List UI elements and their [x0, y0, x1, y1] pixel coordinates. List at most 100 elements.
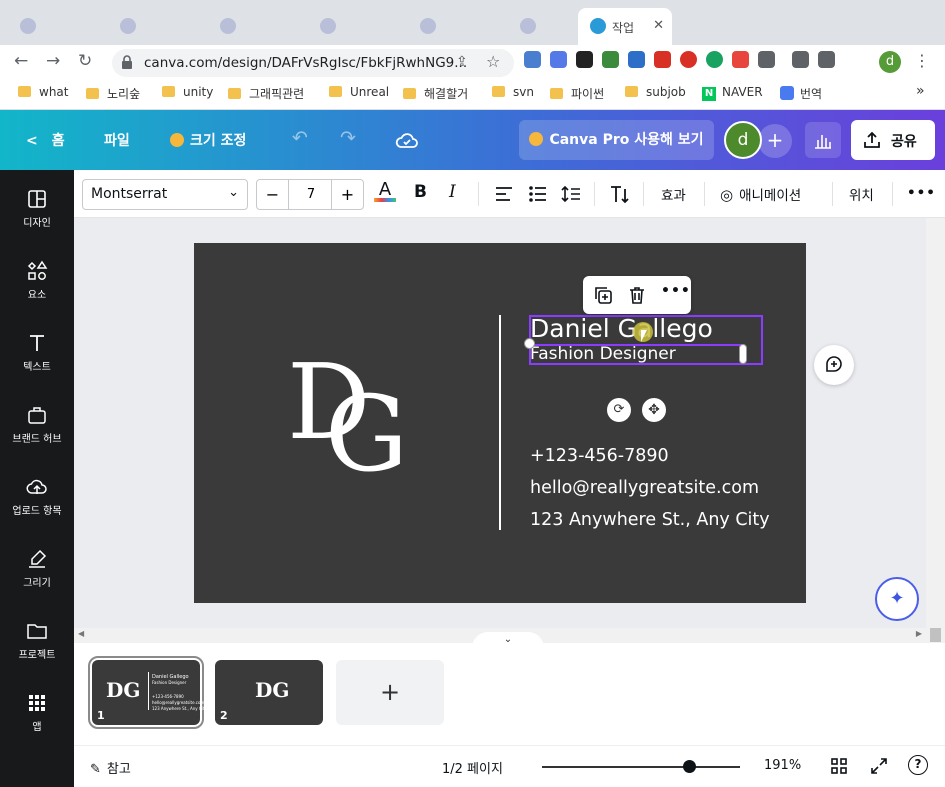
side-panel-icon[interactable] — [818, 51, 835, 68]
bookmark-item[interactable]: unity — [162, 85, 213, 99]
grid-view-icon[interactable] — [830, 757, 848, 775]
extension-icon[interactable] — [524, 51, 541, 68]
rotate-handle-icon[interactable]: ⟳ — [607, 398, 631, 422]
zoom-level[interactable]: 191% — [764, 758, 801, 773]
url-input[interactable]: canva.com/design/DAFrVsRgIsc/FbkFjRwhNG9… — [112, 49, 514, 77]
extension-icon[interactable] — [602, 51, 619, 68]
user-avatar[interactable]: d — [724, 121, 762, 159]
duplicate-icon[interactable] — [593, 285, 613, 305]
redo-icon[interactable]: ↷ — [340, 127, 356, 149]
line-spacing-icon[interactable] — [561, 184, 581, 204]
browser-tab-active[interactable]: 작업 ✕ — [578, 8, 672, 45]
bookmark-star-icon[interactable]: ☆ — [486, 52, 500, 71]
scroll-left-arrow-icon[interactable]: ◀ — [78, 629, 84, 638]
scrollbar-thumb[interactable] — [930, 628, 941, 642]
page-indicator[interactable]: 1/2 페이지 — [442, 758, 503, 777]
reload-icon[interactable]: ↻ — [78, 51, 92, 71]
bookmark-item[interactable]: Unreal — [329, 85, 389, 99]
file-menu-button[interactable]: 파일 — [104, 130, 130, 150]
resize-handle-left[interactable] — [524, 338, 535, 349]
zoom-slider[interactable] — [542, 766, 740, 768]
font-size-input[interactable]: 7 — [289, 180, 333, 209]
font-size-increase-button[interactable]: + — [331, 180, 363, 209]
bookmark-item[interactable]: what — [18, 85, 68, 99]
media-icon[interactable] — [792, 51, 809, 68]
browser-menu-icon[interactable]: ⋮ — [914, 51, 930, 70]
sidebar-item-elements[interactable]: 요소 — [0, 260, 74, 301]
bookmark-item[interactable]: 해결할거 — [403, 85, 468, 102]
browser-tab[interactable] — [208, 8, 308, 45]
font-family-select[interactable]: Montserrat ⌄ — [82, 179, 248, 210]
notes-button[interactable]: ✎ 참고 — [90, 758, 131, 777]
bookmarks-overflow[interactable]: » — [916, 83, 925, 99]
email-text[interactable]: hello@reallygreatsite.com — [530, 478, 759, 498]
share-page-icon[interactable]: ⇪ — [456, 54, 468, 70]
extension-icon[interactable] — [732, 51, 749, 68]
text-color-button[interactable]: A — [374, 179, 396, 202]
back-arrow-icon[interactable]: ← — [14, 51, 28, 71]
bookmark-item[interactable]: svn — [492, 85, 534, 99]
extension-icon[interactable] — [680, 51, 697, 68]
share-button[interactable]: 공유 — [851, 120, 935, 160]
sidebar-item-brand[interactable]: 브랜드 허브 — [0, 404, 74, 445]
add-collaborator-button[interactable]: + — [758, 124, 792, 158]
forward-arrow-icon[interactable]: → — [46, 51, 60, 71]
extension-icon[interactable] — [706, 51, 723, 68]
fullscreen-icon[interactable] — [870, 757, 888, 775]
resize-button[interactable]: 크기 조정 — [170, 130, 246, 150]
extension-icon[interactable] — [628, 51, 645, 68]
bookmark-item[interactable]: 노리숲 — [86, 85, 140, 102]
align-left-icon[interactable] — [494, 185, 514, 203]
trash-icon[interactable] — [627, 285, 647, 305]
zoom-slider-knob[interactable] — [682, 760, 696, 773]
bookmark-item[interactable]: 번역 — [780, 85, 822, 102]
home-button[interactable]: < 홈 — [26, 130, 65, 150]
try-pro-button[interactable]: Canva Pro 사용해 보기 — [519, 120, 714, 160]
insights-button[interactable] — [805, 122, 841, 158]
browser-tab[interactable] — [508, 8, 578, 45]
help-button[interactable]: ? — [908, 755, 928, 775]
font-size-decrease-button[interactable]: − — [257, 180, 289, 209]
page-thumbnail-2[interactable]: DG 2 — [215, 660, 323, 725]
bold-button[interactable]: B — [414, 182, 427, 202]
scroll-right-arrow-icon[interactable]: ▶ — [916, 629, 922, 638]
page-thumbnail-1[interactable]: DG Daniel Gallego Fashion Designer +123-… — [88, 656, 207, 729]
add-page-button[interactable]: + — [336, 660, 444, 725]
vertical-scrollbar[interactable] — [926, 218, 945, 643]
text-size-effects-icon[interactable] — [609, 184, 631, 204]
add-comment-button[interactable] — [814, 345, 854, 385]
dg-monogram-logo[interactable]: D G — [287, 350, 432, 490]
animate-button[interactable]: ◎ 애니메이션 — [720, 184, 801, 204]
italic-button[interactable]: I — [449, 182, 456, 202]
sidebar-item-projects[interactable]: 프로젝트 — [0, 620, 74, 661]
sidebar-item-apps[interactable]: 앱 — [0, 692, 74, 733]
effects-button[interactable]: 효과 — [661, 184, 686, 204]
bookmark-item[interactable]: 그래픽관련 — [228, 85, 304, 102]
bookmark-item[interactable]: 파이썬 — [550, 85, 604, 102]
tab-close-icon[interactable]: ✕ — [653, 18, 664, 33]
resize-handle-right[interactable] — [739, 344, 747, 364]
browser-tab[interactable] — [408, 8, 508, 45]
profile-avatar[interactable]: d — [879, 51, 901, 73]
sidebar-item-text[interactable]: 텍스트 — [0, 332, 74, 373]
browser-tab[interactable] — [308, 8, 408, 45]
divider-line[interactable] — [499, 315, 501, 530]
bulleted-list-icon[interactable] — [528, 185, 548, 203]
puzzle-icon[interactable] — [758, 51, 775, 68]
extension-icon[interactable] — [654, 51, 671, 68]
magic-assistant-button[interactable]: ✦ — [875, 577, 919, 621]
cloud-save-icon[interactable] — [395, 130, 419, 150]
undo-icon[interactable]: ↶ — [292, 127, 308, 149]
sidebar-item-uploads[interactable]: 업로드 항목 — [0, 476, 74, 517]
move-handle-icon[interactable]: ✥ — [642, 398, 666, 422]
position-button[interactable]: 위치 — [849, 184, 874, 204]
extension-icon[interactable] — [576, 51, 593, 68]
more-options-icon[interactable]: ••• — [907, 185, 936, 201]
sidebar-item-design[interactable]: 디자인 — [0, 188, 74, 229]
sidebar-item-draw[interactable]: 그리기 — [0, 548, 74, 589]
browser-tab[interactable] — [108, 8, 208, 45]
bookmark-item[interactable]: subjob — [625, 85, 686, 99]
more-icon[interactable]: ••• — [661, 283, 691, 299]
phone-text[interactable]: +123-456-7890 — [530, 446, 669, 466]
browser-tab[interactable] — [8, 8, 108, 45]
